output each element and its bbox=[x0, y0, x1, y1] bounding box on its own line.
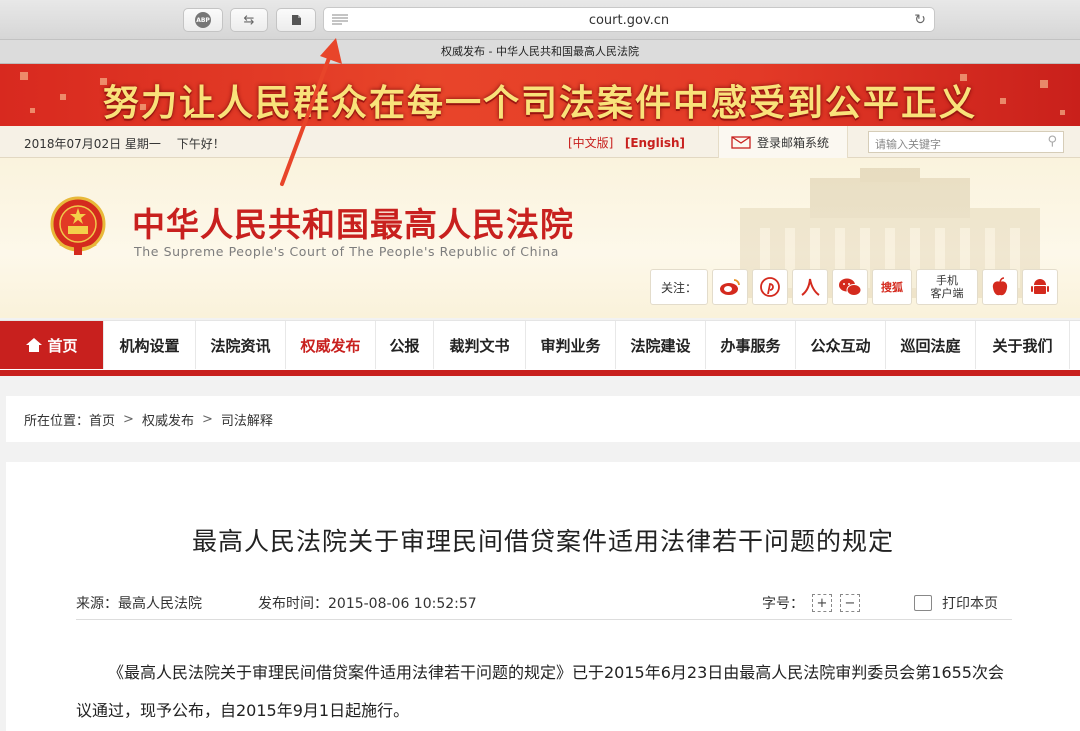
mail-icon bbox=[731, 135, 751, 149]
court-name-english: The Supreme People's Court of The People… bbox=[134, 244, 559, 259]
date-greeting: 2018年07月02日 星期一 下午好！ bbox=[24, 137, 225, 151]
follow-bar: 关注： 搜狐 手机 客户端 bbox=[650, 268, 1058, 306]
sohu-icon[interactable]: 搜狐 bbox=[872, 269, 912, 305]
nav-item-court-building[interactable]: 法院建设 bbox=[616, 321, 706, 369]
nav-item-releases[interactable]: 权威发布 bbox=[286, 321, 376, 369]
share-button[interactable]: ⇆ bbox=[230, 8, 268, 32]
apple-icon[interactable] bbox=[982, 269, 1018, 305]
weibo-icon[interactable] bbox=[712, 269, 748, 305]
font-decrease-button[interactable]: − bbox=[840, 594, 860, 612]
mobile-label-line2: 客户端 bbox=[930, 287, 964, 300]
nav-item-gazette[interactable]: 公报 bbox=[376, 321, 434, 369]
print-label: 打印本页 bbox=[942, 596, 998, 612]
follow-label: 关注： bbox=[650, 269, 708, 305]
nav-item-about[interactable]: 关于我们 bbox=[976, 321, 1070, 369]
main-nav: 首页 机构设置 法院资讯 权威发布 公报 裁判文书 审判业务 法院建设 办事服务… bbox=[0, 320, 1080, 376]
browser-toolbar: ABP ⇆ court.gov.cn ↻ bbox=[0, 0, 1080, 40]
font-size-control: 字号： + − bbox=[762, 593, 860, 613]
national-emblem-icon bbox=[50, 196, 106, 255]
tab-title[interactable]: 权威发布 - 中华人民共和国最高人民法院 bbox=[0, 40, 1080, 64]
mobile-label-line1: 手机 bbox=[936, 274, 958, 287]
print-button[interactable]: 打印本页 bbox=[914, 593, 998, 613]
breadcrumb-prefix: 所在位置： bbox=[24, 413, 90, 429]
article: 最高人民法院关于审理民间借贷案件适用法律若干问题的规定 来源：最高人民法院 发布… bbox=[6, 462, 1080, 731]
renmin-icon[interactable] bbox=[792, 269, 828, 305]
lang-chinese-link[interactable]: [中文版] bbox=[568, 136, 613, 150]
mobile-client-button[interactable]: 手机 客户端 bbox=[916, 269, 978, 305]
article-source: 来源：最高人民法院 bbox=[76, 596, 202, 612]
article-publish-time: 发布时间：2015-08-06 10:52:57 bbox=[258, 596, 477, 612]
slogan-text: 努力让人民群众在每一个司法案件中感受到公平正义 bbox=[102, 82, 977, 124]
nav-item-news[interactable]: 法院资讯 bbox=[196, 321, 286, 369]
extension-button[interactable] bbox=[276, 8, 316, 32]
address-bar[interactable]: court.gov.cn ↻ bbox=[323, 7, 935, 32]
adblock-button[interactable]: ABP bbox=[183, 8, 223, 32]
swap-arrows-icon: ⇆ bbox=[243, 12, 255, 28]
home-icon bbox=[26, 338, 43, 352]
font-size-label: 字号： bbox=[762, 596, 804, 612]
wechat-icon[interactable] bbox=[832, 269, 868, 305]
article-title: 最高人民法院关于审理民间借贷案件适用法律若干问题的规定 bbox=[191, 527, 894, 556]
breadcrumb-releases[interactable]: 权威发布 bbox=[142, 410, 194, 429]
article-body: 《最高人民法院关于审理民间借贷案件适用法律若干问题的规定》已于2015年6月23… bbox=[76, 663, 1004, 720]
printer-icon bbox=[914, 595, 932, 611]
nav-item-public-interaction[interactable]: 公众互动 bbox=[796, 321, 886, 369]
search-placeholder: 请输入关键字 bbox=[875, 138, 941, 151]
breadcrumb-separator: > bbox=[201, 411, 213, 427]
pinterest-icon[interactable] bbox=[752, 269, 788, 305]
nav-label: 首页 bbox=[47, 336, 78, 355]
nav-item-circuit-court[interactable]: 巡回法庭 bbox=[886, 321, 976, 369]
search-input[interactable]: 请输入关键字 ⚲ bbox=[868, 131, 1064, 153]
court-name-chinese: 中华人民共和国最高人民法院 bbox=[132, 205, 574, 244]
url-text: court.gov.cn bbox=[588, 13, 670, 28]
nav-item-organization[interactable]: 机构设置 bbox=[104, 321, 196, 369]
nav-item-services[interactable]: 办事服务 bbox=[706, 321, 796, 369]
article-meta: 来源：最高人民法院 发布时间：2015-08-06 10:52:57 字号： +… bbox=[76, 590, 1012, 620]
mail-login-button[interactable]: 登录邮箱系统 bbox=[718, 126, 848, 158]
adblock-icon: ABP bbox=[195, 12, 211, 28]
page: ABP ⇆ court.gov.cn ↻ 权威发布 - 中华人民共和国最高人民法… bbox=[0, 0, 1080, 731]
breadcrumb-separator: > bbox=[123, 411, 134, 427]
mail-label: 登录邮箱系统 bbox=[757, 135, 830, 150]
search-icon[interactable]: ⚲ bbox=[1047, 134, 1057, 149]
breadcrumb: 所在位置： 首页 > 权威发布 > 司法解释 bbox=[6, 396, 1080, 442]
nav-item-home[interactable]: 首页 bbox=[0, 321, 104, 369]
nav-item-trial-business[interactable]: 审判业务 bbox=[526, 321, 616, 369]
slogan-banner: 努力让人民群众在每一个司法案件中感受到公平正义 bbox=[0, 64, 1080, 126]
info-bar: 2018年07月02日 星期一 下午好！ [中文版] [English] 登录邮… bbox=[0, 126, 1080, 158]
breadcrumb-home[interactable]: 首页 bbox=[89, 410, 115, 429]
reload-icon[interactable]: ↻ bbox=[914, 12, 926, 28]
nav-item-judgments[interactable]: 裁判文书 bbox=[434, 321, 526, 369]
evernote-icon bbox=[292, 15, 301, 25]
font-increase-button[interactable]: + bbox=[812, 594, 832, 612]
site-header: 中华人民共和国最高人民法院 The Supreme People's Court… bbox=[0, 158, 1080, 318]
breadcrumb-judicial-interpretation[interactable]: 司法解释 bbox=[221, 410, 273, 429]
lang-english-link[interactable]: [English] bbox=[625, 136, 685, 150]
android-icon[interactable] bbox=[1022, 269, 1058, 305]
language-switch: [中文版] [English] bbox=[568, 134, 685, 151]
